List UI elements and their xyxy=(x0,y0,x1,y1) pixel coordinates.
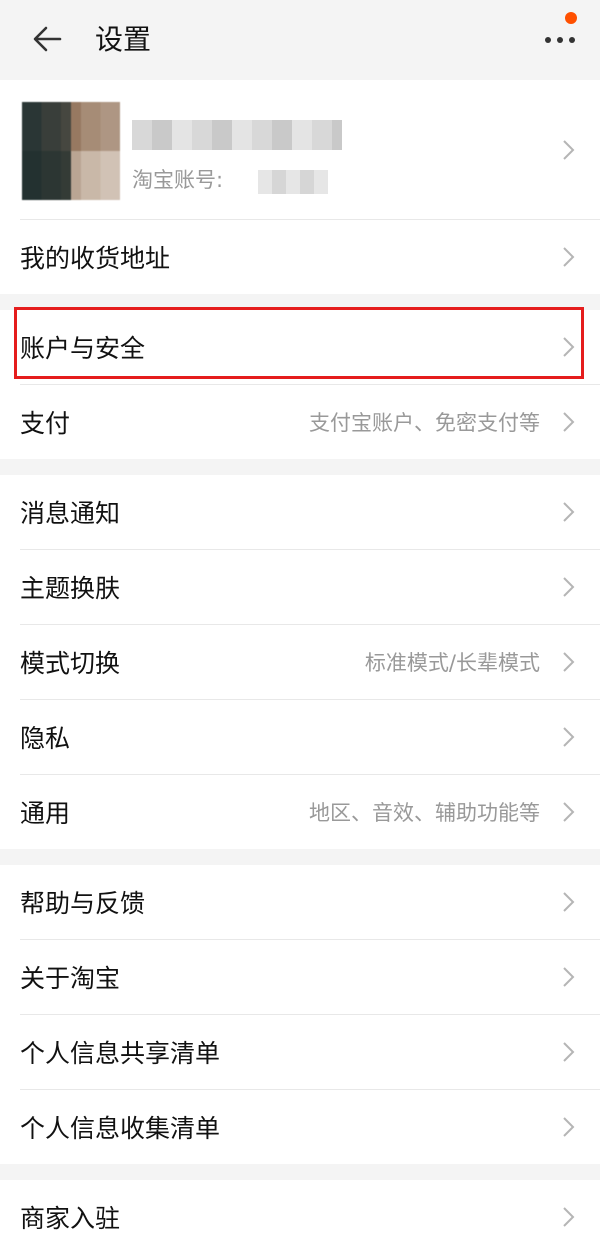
chevron-right-icon xyxy=(563,727,575,747)
profile-name-blurred xyxy=(132,120,342,150)
row-label: 消息通知 xyxy=(20,499,121,528)
merchant-group: 商家入驻 xyxy=(0,1180,600,1254)
row-notifications[interactable]: 消息通知 xyxy=(20,475,600,550)
row-value: 地区、音效、辅助功能等 xyxy=(309,801,540,825)
row-info-sharing-list[interactable]: 个人信息共享清单 xyxy=(20,1015,600,1090)
row-mode-switch[interactable]: 模式切换 标准模式/长辈模式 xyxy=(20,625,600,700)
row-label: 我的收货地址 xyxy=(20,244,171,273)
profile-group: 淘宝账号: 我的收货地址 xyxy=(0,80,600,294)
chevron-right-icon xyxy=(563,337,575,357)
chevron-right-icon xyxy=(563,652,575,672)
row-shipping-address[interactable]: 我的收货地址 xyxy=(20,220,600,294)
chevron-right-icon xyxy=(563,1207,575,1227)
row-merchant-join[interactable]: 商家入驻 xyxy=(20,1180,600,1254)
security-group: 账户与安全 支付 支付宝账户、免密支付等 xyxy=(0,310,600,459)
row-value: 支付宝账户、免密支付等 xyxy=(309,411,540,435)
account-label: 淘宝账号: xyxy=(132,168,224,192)
chevron-right-icon xyxy=(563,577,575,597)
row-label: 个人信息收集清单 xyxy=(20,1114,221,1143)
row-payment[interactable]: 支付 支付宝账户、免密支付等 xyxy=(20,385,600,459)
profile-row[interactable]: 淘宝账号: xyxy=(20,80,600,220)
row-label: 通用 xyxy=(20,799,71,828)
more-dots-icon[interactable] xyxy=(542,12,578,52)
row-label: 关于淘宝 xyxy=(20,964,121,993)
row-label: 账户与安全 xyxy=(20,334,146,363)
chevron-right-icon xyxy=(563,967,575,987)
chevron-right-icon xyxy=(563,412,575,432)
row-help-feedback[interactable]: 帮助与反馈 xyxy=(20,865,600,940)
chevron-right-icon xyxy=(563,247,575,267)
row-label: 模式切换 xyxy=(20,649,121,678)
row-general[interactable]: 通用 地区、音效、辅助功能等 xyxy=(20,775,600,849)
chevron-right-icon xyxy=(563,139,575,160)
row-label: 商家入驻 xyxy=(20,1204,121,1233)
chevron-right-icon xyxy=(563,502,575,522)
row-label: 隐私 xyxy=(20,724,71,753)
row-label: 主题换肤 xyxy=(20,574,121,603)
account-id-blurred xyxy=(258,170,328,194)
info-group: 帮助与反馈 关于淘宝 个人信息共享清单 个人信息收集清单 xyxy=(0,865,600,1164)
notification-badge xyxy=(565,12,577,24)
preferences-group: 消息通知 主题换肤 模式切换 标准模式/长辈模式 隐私 通用 地区、音效、辅助功… xyxy=(0,475,600,849)
chevron-right-icon xyxy=(563,892,575,912)
arrow-left-icon[interactable] xyxy=(30,22,64,56)
chevron-right-icon xyxy=(563,1117,575,1137)
row-privacy[interactable]: 隐私 xyxy=(20,700,600,775)
row-info-collection-list[interactable]: 个人信息收集清单 xyxy=(20,1090,600,1164)
row-label: 支付 xyxy=(20,409,71,438)
row-label: 个人信息共享清单 xyxy=(20,1039,221,1068)
chevron-right-icon xyxy=(563,1042,575,1062)
page-title: 设置 xyxy=(95,23,152,56)
row-account-security[interactable]: 账户与安全 xyxy=(20,310,600,385)
row-value: 标准模式/长辈模式 xyxy=(364,651,540,675)
row-theme[interactable]: 主题换肤 xyxy=(20,550,600,625)
top-bar: 设置 xyxy=(0,0,600,80)
avatar xyxy=(22,102,120,200)
row-label: 帮助与反馈 xyxy=(20,889,146,918)
chevron-right-icon xyxy=(563,802,575,822)
row-about[interactable]: 关于淘宝 xyxy=(20,940,600,1015)
